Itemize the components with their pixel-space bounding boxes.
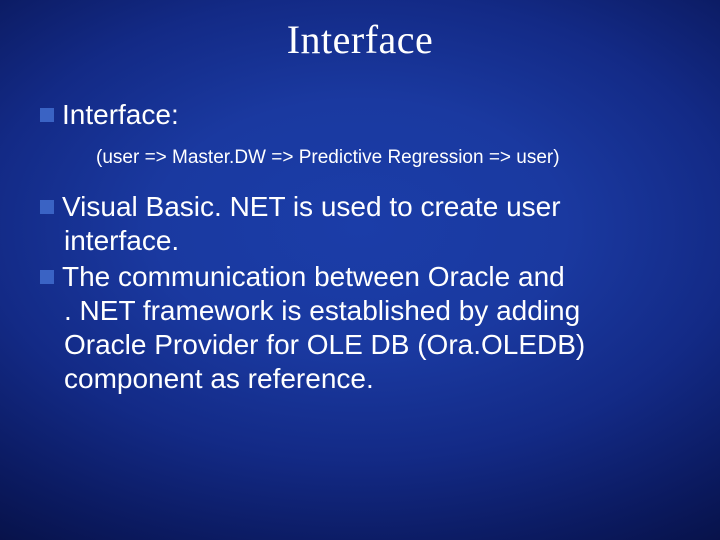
body-block: Visual Basic. NET is used to create user… — [40, 190, 690, 396]
bullet-3-line-4: component as reference. — [64, 362, 690, 396]
bullet-2-line-2: interface. — [64, 224, 690, 258]
square-bullet-icon — [40, 270, 54, 284]
bullet-1-subtext: (user => Master.DW => Predictive Regress… — [96, 146, 690, 170]
bullet-item-2: Visual Basic. NET is used to create user — [40, 190, 690, 224]
bullet-item-1: Interface: — [40, 98, 690, 132]
bullet-1-text: Interface: — [62, 99, 179, 130]
bullet-3-line-1: The communication between Oracle and — [62, 261, 565, 292]
bullet-3-line-3: Oracle Provider for OLE DB (Ora.OLEDB) — [64, 328, 690, 362]
bullet-item-3: The communication between Oracle and — [40, 260, 690, 294]
slide: Interface Interface: (user => Master.DW … — [0, 0, 720, 540]
square-bullet-icon — [40, 200, 54, 214]
bullet-2-line-1: Visual Basic. NET is used to create user — [62, 191, 561, 222]
slide-title: Interface — [0, 0, 720, 63]
square-bullet-icon — [40, 108, 54, 122]
slide-content: Interface: (user => Master.DW => Predict… — [40, 98, 690, 396]
bullet-3-line-2: . NET framework is established by adding — [64, 294, 690, 328]
